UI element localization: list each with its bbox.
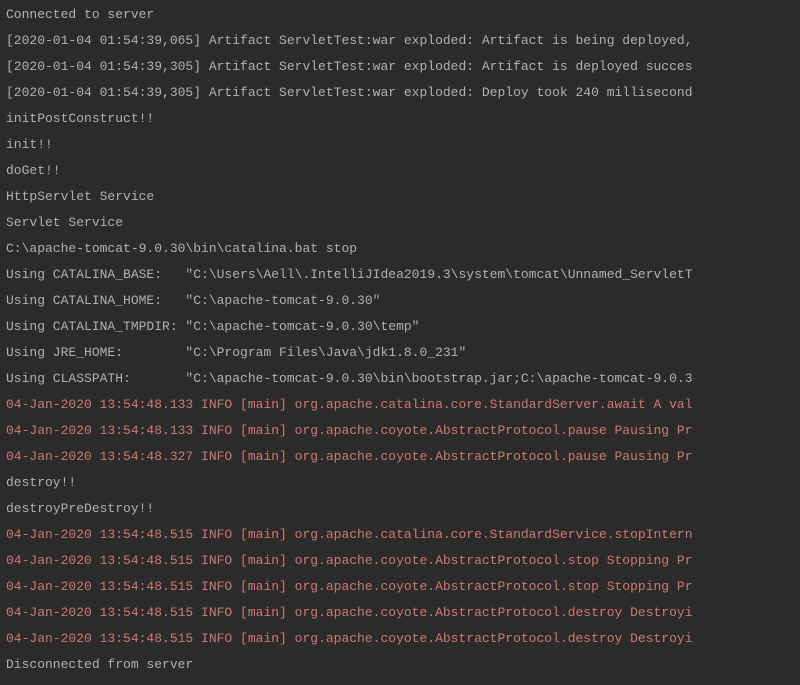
console-line: 04-Jan-2020 13:54:48.515 INFO [main] org…: [6, 626, 794, 652]
console-line: 04-Jan-2020 13:54:48.515 INFO [main] org…: [6, 600, 794, 626]
console-line: init!!: [6, 132, 794, 158]
console-line: Using CATALINA_BASE: "C:\Users\Aell\.Int…: [6, 262, 794, 288]
console-line: [2020-01-04 01:54:39,305] Artifact Servl…: [6, 80, 794, 106]
console-line: Servlet Service: [6, 210, 794, 236]
console-line: Disconnected from server: [6, 652, 794, 678]
console-line: 04-Jan-2020 13:54:48.515 INFO [main] org…: [6, 548, 794, 574]
console-line: 04-Jan-2020 13:54:48.327 INFO [main] org…: [6, 444, 794, 470]
console-line: 04-Jan-2020 13:54:48.133 INFO [main] org…: [6, 418, 794, 444]
console-line: 04-Jan-2020 13:54:48.133 INFO [main] org…: [6, 392, 794, 418]
console-output[interactable]: Connected to server[2020-01-04 01:54:39,…: [6, 2, 794, 678]
console-line: Using CLASSPATH: "C:\apache-tomcat-9.0.3…: [6, 366, 794, 392]
console-line: [2020-01-04 01:54:39,305] Artifact Servl…: [6, 54, 794, 80]
console-line: destroy!!: [6, 470, 794, 496]
console-line: Connected to server: [6, 2, 794, 28]
console-line: doGet!!: [6, 158, 794, 184]
console-line: 04-Jan-2020 13:54:48.515 INFO [main] org…: [6, 574, 794, 600]
console-line: 04-Jan-2020 13:54:48.515 INFO [main] org…: [6, 522, 794, 548]
console-line: HttpServlet Service: [6, 184, 794, 210]
console-line: destroyPreDestroy!!: [6, 496, 794, 522]
console-line: Using JRE_HOME: "C:\Program Files\Java\j…: [6, 340, 794, 366]
console-line: Using CATALINA_HOME: "C:\apache-tomcat-9…: [6, 288, 794, 314]
console-line: initPostConstruct!!: [6, 106, 794, 132]
console-line: [2020-01-04 01:54:39,065] Artifact Servl…: [6, 28, 794, 54]
console-line: C:\apache-tomcat-9.0.30\bin\catalina.bat…: [6, 236, 794, 262]
console-line: Using CATALINA_TMPDIR: "C:\apache-tomcat…: [6, 314, 794, 340]
